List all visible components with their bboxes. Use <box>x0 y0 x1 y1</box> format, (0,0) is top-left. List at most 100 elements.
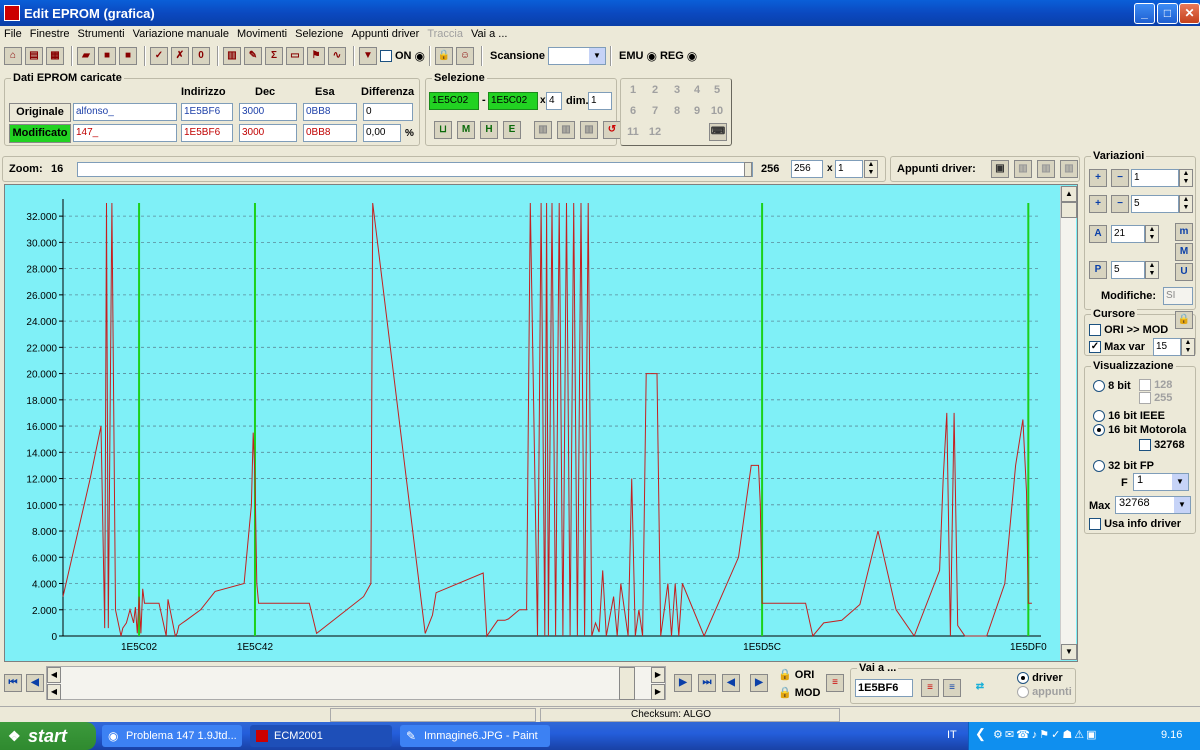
reg-led-icon[interactable]: ◉ <box>687 49 697 63</box>
ori-button[interactable]: 🔒 ORI <box>778 668 814 681</box>
menu-variazione-manuale[interactable]: Variazione manuale <box>133 28 229 40</box>
zoom-multiplier-field[interactable]: 1 <box>835 160 863 178</box>
chart-vertical-scrollbar[interactable]: ▲ ▼ <box>1060 186 1077 660</box>
chart-area[interactable]: 0 2.000 4.000 6.000 8.000 10.000 12.000 14.000 1… <box>4 184 1078 662</box>
windows-icon[interactable]: ▤ <box>25 47 43 65</box>
decrement-minus5-icon[interactable]: − <box>1111 195 1129 213</box>
vai-a-field[interactable]: 1E5BF6 <box>855 679 913 697</box>
menu-vai-a[interactable]: Vai a ... <box>471 28 507 40</box>
big-m-button-icon[interactable]: M <box>1175 243 1193 261</box>
mod-button[interactable]: 🔒 MOD <box>778 686 820 699</box>
usa-info-checkbox[interactable] <box>1089 518 1101 531</box>
zoom-field[interactable]: 256 <box>791 160 823 178</box>
modificato-button[interactable]: Modificato <box>9 124 71 143</box>
save-icon[interactable]: ■ <box>98 47 116 65</box>
scroll-right-icon[interactable]: ▶ <box>651 667 665 683</box>
open-folder-icon[interactable]: ▰ <box>77 47 95 65</box>
menu-movimenti[interactable]: Movimenti <box>237 28 287 40</box>
menu-selezione[interactable]: Selezione <box>295 28 343 40</box>
next-diff-icon[interactable]: ▶ <box>750 674 768 692</box>
motorola-radio[interactable] <box>1093 424 1105 437</box>
prev-page-icon[interactable]: ◀ <box>26 674 44 692</box>
variazione-step-2[interactable]: 5 <box>1131 195 1179 213</box>
mark-arrow-icon[interactable]: ⇄ <box>971 679 989 697</box>
close-button[interactable]: ✕ <box>1179 3 1200 24</box>
originale-name-field[interactable]: alfonso_ <box>73 103 177 121</box>
address-scrollbar[interactable]: ◀ ◀ ▶ ▶ <box>46 666 666 700</box>
save-as-icon[interactable]: ■ <box>119 47 137 65</box>
edit-icon[interactable]: ✎ <box>244 47 262 65</box>
select-e-icon[interactable]: E <box>503 121 521 139</box>
variazione-step-1-spinner[interactable]: ▲ ▼ <box>1179 169 1193 187</box>
max-var-spinner[interactable]: ▲ ▼ <box>1181 338 1195 356</box>
minimize-button[interactable]: _ <box>1134 3 1155 24</box>
lock-icon[interactable]: 🔒 <box>434 47 453 65</box>
originale-esa-field[interactable]: 0BB8 <box>303 103 357 121</box>
originale-button[interactable]: Originale <box>9 103 71 122</box>
flag-icon[interactable]: ⚑ <box>307 47 325 65</box>
selection-start-field[interactable]: 1E5C02 <box>429 92 479 110</box>
menu-finestre[interactable]: Finestre <box>30 28 70 40</box>
modificato-name-field[interactable]: 147_ <box>73 124 177 142</box>
flag-compare-icon[interactable]: ≡ <box>826 674 844 692</box>
scroll-left-icon[interactable]: ◀ <box>47 667 61 683</box>
tray-expand-icon[interactable]: ❮ <box>975 726 986 742</box>
decrement-minus1-icon[interactable]: − <box>1111 169 1129 187</box>
scroll-thumb[interactable] <box>1061 202 1077 218</box>
bit8-radio[interactable] <box>1093 380 1105 393</box>
menu-file[interactable]: File <box>4 28 22 40</box>
reset-icon[interactable]: ↺ <box>603 121 621 139</box>
variazione-step-2-spinner[interactable]: ▲ ▼ <box>1179 195 1193 213</box>
task-paint[interactable]: ✎ Immagine6.JPG - Paint <box>400 725 550 747</box>
variazione-step-1[interactable]: 1 <box>1131 169 1179 187</box>
language-indicator[interactable]: IT <box>947 729 957 741</box>
variazione-amplitude[interactable]: 21 <box>1111 225 1145 243</box>
modificato-address-field[interactable]: 1E5BF6 <box>181 124 233 142</box>
max-dropdown[interactable]: 32768 ▼ <box>1115 496 1191 514</box>
sum-icon[interactable]: Σ <box>265 47 283 65</box>
cursor-lock-icon[interactable]: 🔒 <box>1175 311 1193 329</box>
amplitude-icon[interactable]: A <box>1089 225 1107 243</box>
increment-plus5-icon[interactable]: + <box>1089 195 1107 213</box>
menu-appunti-driver[interactable]: Appunti driver <box>351 28 419 40</box>
zoom-slider[interactable] <box>77 162 753 177</box>
fp32-radio[interactable] <box>1093 460 1105 473</box>
print-icon[interactable]: ▭ <box>286 47 304 65</box>
selection-end-field[interactable]: 1E5C02 <box>488 92 538 110</box>
variazione-amplitude-spinner[interactable]: ▲ ▼ <box>1145 225 1159 243</box>
table-icon[interactable]: ▦ <box>46 47 64 65</box>
compare-icon[interactable]: ✗ <box>171 47 189 65</box>
scansione-dropdown[interactable]: ▼ <box>548 47 607 65</box>
driver-radio[interactable] <box>1017 672 1029 685</box>
first-icon[interactable]: ⏮ <box>4 674 22 692</box>
start-button[interactable]: ❖ start <box>0 722 96 750</box>
graph-icon[interactable]: ∿ <box>328 47 346 65</box>
variazione-percent[interactable]: 5 <box>1111 261 1145 279</box>
home-icon[interactable]: ⌂ <box>4 47 22 65</box>
next-icon[interactable]: ▶ <box>674 674 692 692</box>
calculator-icon[interactable]: ▥ <box>223 47 241 65</box>
maximize-button[interactable]: □ <box>1157 3 1178 24</box>
originale-address-field[interactable]: 1E5BF6 <box>181 103 233 121</box>
zoom-slider-thumb[interactable] <box>744 162 752 177</box>
originale-dec-field[interactable]: 3000 <box>239 103 297 121</box>
scroll-down-icon[interactable]: ▼ <box>1061 644 1077 660</box>
increment-plus1-icon[interactable]: + <box>1089 169 1107 187</box>
modificato-esa-field[interactable]: 0BB8 <box>303 124 357 142</box>
last-icon[interactable]: ⏭ <box>698 674 716 692</box>
task-chrome[interactable]: ◉ Problema 147 1.9Jtd... <box>102 725 242 747</box>
filter-icon[interactable]: ▼ <box>359 47 377 65</box>
select-range-icon[interactable]: ⊔ <box>434 121 452 139</box>
scroll-right-2-icon[interactable]: ▶ <box>651 684 665 700</box>
max-var-field[interactable]: 15 <box>1153 338 1181 356</box>
goto-last-icon[interactable]: ≡ <box>943 679 961 697</box>
selection-multiplier-field[interactable]: 4 <box>546 92 562 110</box>
menu-strumenti[interactable]: Strumenti <box>77 28 124 40</box>
variazione-percent-spinner[interactable]: ▲ ▼ <box>1145 261 1159 279</box>
emu-led-icon[interactable]: ◉ <box>646 49 656 63</box>
c32768-checkbox[interactable] <box>1139 439 1151 452</box>
f-dropdown[interactable]: 1 ▼ <box>1133 473 1189 491</box>
max-var-checkbox[interactable]: ✓ <box>1089 341 1101 354</box>
percent-icon[interactable]: P <box>1089 261 1107 279</box>
prev-diff-icon[interactable]: ◀ <box>722 674 740 692</box>
